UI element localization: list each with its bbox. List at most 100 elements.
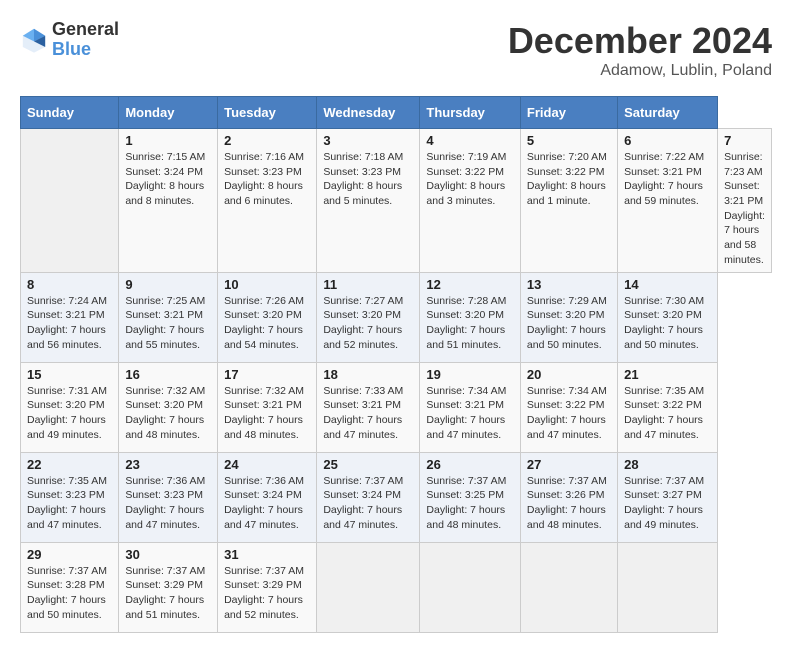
day-number: 24: [224, 457, 310, 472]
logo-text: General Blue: [52, 20, 119, 60]
day-number: 17: [224, 367, 310, 382]
day-number: 15: [27, 367, 112, 382]
day-cell: 28 Sunrise: 7:37 AM Sunset: 3:27 PM Dayli…: [618, 452, 718, 542]
day-cell: 9 Sunrise: 7:25 AM Sunset: 3:21 PM Daylig…: [119, 272, 218, 362]
day-number: 19: [426, 367, 514, 382]
day-info: Sunrise: 7:27 AM Sunset: 3:20 PM Dayligh…: [323, 294, 413, 353]
day-info: Sunrise: 7:18 AM Sunset: 3:23 PM Dayligh…: [323, 150, 413, 209]
day-info: Sunrise: 7:34 AM Sunset: 3:21 PM Dayligh…: [426, 384, 514, 443]
header-tuesday: Tuesday: [218, 97, 317, 129]
day-info: Sunrise: 7:37 AM Sunset: 3:28 PM Dayligh…: [27, 564, 112, 623]
day-cell: 24 Sunrise: 7:36 AM Sunset: 3:24 PM Dayli…: [218, 452, 317, 542]
day-cell: 6 Sunrise: 7:22 AM Sunset: 3:21 PM Daylig…: [618, 129, 718, 273]
day-cell: 26 Sunrise: 7:37 AM Sunset: 3:25 PM Dayli…: [420, 452, 521, 542]
day-cell: 2Sunrise: 7:16 AM Sunset: 3:23 PM Daylig…: [218, 129, 317, 273]
day-number: 28: [624, 457, 711, 472]
day-info: Sunrise: 7:31 AM Sunset: 3:20 PM Dayligh…: [27, 384, 112, 443]
title-block: December 2024 Adamow, Lublin, Poland: [508, 20, 772, 80]
day-info: Sunrise: 7:24 AM Sunset: 3:21 PM Dayligh…: [27, 294, 112, 353]
day-number: 8: [27, 277, 112, 292]
day-info: Sunrise: 7:22 AM Sunset: 3:21 PM Dayligh…: [624, 150, 711, 209]
day-info: Sunrise: 7:33 AM Sunset: 3:21 PM Dayligh…: [323, 384, 413, 443]
week-row-4: 29 Sunrise: 7:37 AM Sunset: 3:28 PM Dayli…: [21, 542, 772, 632]
header-wednesday: Wednesday: [317, 97, 420, 129]
day-number: 5: [527, 133, 611, 148]
day-number: 7: [724, 133, 765, 148]
day-number: 20: [527, 367, 611, 382]
day-number: 3: [323, 133, 413, 148]
day-info: Sunrise: 7:30 AM Sunset: 3:20 PM Dayligh…: [624, 294, 711, 353]
day-info: Sunrise: 7:37 AM Sunset: 3:27 PM Dayligh…: [624, 474, 711, 533]
day-cell: 18 Sunrise: 7:33 AM Sunset: 3:21 PM Dayli…: [317, 362, 420, 452]
day-info: Sunrise: 7:37 AM Sunset: 3:26 PM Dayligh…: [527, 474, 611, 533]
day-info: Sunrise: 7:28 AM Sunset: 3:20 PM Dayligh…: [426, 294, 514, 353]
day-cell: 12 Sunrise: 7:28 AM Sunset: 3:20 PM Dayli…: [420, 272, 521, 362]
day-cell: 11Sunrise: 7:27 AM Sunset: 3:20 PM Dayli…: [317, 272, 420, 362]
logo-icon: [20, 26, 48, 54]
day-info: Sunrise: 7:36 AM Sunset: 3:24 PM Dayligh…: [224, 474, 310, 533]
day-cell: 4 Sunrise: 7:19 AM Sunset: 3:22 PM Daylig…: [420, 129, 521, 273]
day-number: 9: [125, 277, 211, 292]
header-sunday: Sunday: [21, 97, 119, 129]
day-info: Sunrise: 7:29 AM Sunset: 3:20 PM Dayligh…: [527, 294, 611, 353]
day-number: 31: [224, 547, 310, 562]
day-number: 12: [426, 277, 514, 292]
day-info: Sunrise: 7:37 AM Sunset: 3:24 PM Dayligh…: [323, 474, 413, 533]
day-cell: 19 Sunrise: 7:34 AM Sunset: 3:21 PM Dayli…: [420, 362, 521, 452]
day-info: Sunrise: 7:15 AM Sunset: 3:24 PM Dayligh…: [125, 150, 211, 209]
day-number: 30: [125, 547, 211, 562]
day-cell: [618, 542, 718, 632]
day-cell: 7 Sunrise: 7:23 AM Sunset: 3:21 PM Daylig…: [718, 129, 772, 273]
day-info: Sunrise: 7:19 AM Sunset: 3:22 PM Dayligh…: [426, 150, 514, 209]
day-info: Sunrise: 7:37 AM Sunset: 3:25 PM Dayligh…: [426, 474, 514, 533]
day-cell: 13Sunrise: 7:29 AM Sunset: 3:20 PM Dayli…: [520, 272, 617, 362]
header-friday: Friday: [520, 97, 617, 129]
day-cell: 16Sunrise: 7:32 AM Sunset: 3:20 PM Dayli…: [119, 362, 218, 452]
day-number: 25: [323, 457, 413, 472]
day-cell: 29 Sunrise: 7:37 AM Sunset: 3:28 PM Dayli…: [21, 542, 119, 632]
day-info: Sunrise: 7:37 AM Sunset: 3:29 PM Dayligh…: [125, 564, 211, 623]
header-thursday: Thursday: [420, 97, 521, 129]
day-cell: 21 Sunrise: 7:35 AM Sunset: 3:22 PM Dayli…: [618, 362, 718, 452]
day-info: Sunrise: 7:23 AM Sunset: 3:21 PM Dayligh…: [724, 150, 765, 268]
day-info: Sunrise: 7:36 AM Sunset: 3:23 PM Dayligh…: [125, 474, 211, 533]
day-cell: 25 Sunrise: 7:37 AM Sunset: 3:24 PM Dayli…: [317, 452, 420, 542]
day-info: Sunrise: 7:20 AM Sunset: 3:22 PM Dayligh…: [527, 150, 611, 209]
calendar-table: SundayMondayTuesdayWednesdayThursdayFrid…: [20, 96, 772, 633]
day-info: Sunrise: 7:32 AM Sunset: 3:21 PM Dayligh…: [224, 384, 310, 443]
day-cell: 17 Sunrise: 7:32 AM Sunset: 3:21 PM Dayli…: [218, 362, 317, 452]
day-cell: [317, 542, 420, 632]
header-monday: Monday: [119, 97, 218, 129]
day-info: Sunrise: 7:35 AM Sunset: 3:22 PM Dayligh…: [624, 384, 711, 443]
day-cell: 3 Sunrise: 7:18 AM Sunset: 3:23 PM Daylig…: [317, 129, 420, 273]
day-number: 14: [624, 277, 711, 292]
location: Adamow, Lublin, Poland: [508, 62, 772, 80]
day-cell: 14 Sunrise: 7:30 AM Sunset: 3:20 PM Dayli…: [618, 272, 718, 362]
day-cell: [420, 542, 521, 632]
day-number: 27: [527, 457, 611, 472]
day-number: 22: [27, 457, 112, 472]
day-cell: 30 Sunrise: 7:37 AM Sunset: 3:29 PM Dayli…: [119, 542, 218, 632]
day-info: Sunrise: 7:25 AM Sunset: 3:21 PM Dayligh…: [125, 294, 211, 353]
day-cell: 15 Sunrise: 7:31 AM Sunset: 3:20 PM Dayli…: [21, 362, 119, 452]
day-cell: 31Sunrise: 7:37 AM Sunset: 3:29 PM Dayli…: [218, 542, 317, 632]
week-row-1: 8 Sunrise: 7:24 AM Sunset: 3:21 PM Daylig…: [21, 272, 772, 362]
day-cell: 20 Sunrise: 7:34 AM Sunset: 3:22 PM Dayli…: [520, 362, 617, 452]
day-cell: 8 Sunrise: 7:24 AM Sunset: 3:21 PM Daylig…: [21, 272, 119, 362]
day-number: 21: [624, 367, 711, 382]
day-info: Sunrise: 7:35 AM Sunset: 3:23 PM Dayligh…: [27, 474, 112, 533]
week-row-0: 1 Sunrise: 7:15 AM Sunset: 3:24 PM Daylig…: [21, 129, 772, 273]
day-number: 18: [323, 367, 413, 382]
day-number: 1: [125, 133, 211, 148]
page-header: General Blue December 2024 Adamow, Lubli…: [20, 20, 772, 80]
day-number: 4: [426, 133, 514, 148]
day-number: 6: [624, 133, 711, 148]
day-number: 23: [125, 457, 211, 472]
day-number: 29: [27, 547, 112, 562]
day-cell: 23 Sunrise: 7:36 AM Sunset: 3:23 PM Dayli…: [119, 452, 218, 542]
header-row: SundayMondayTuesdayWednesdayThursdayFrid…: [21, 97, 772, 129]
day-number: 2: [224, 133, 310, 148]
day-info: Sunrise: 7:34 AM Sunset: 3:22 PM Dayligh…: [527, 384, 611, 443]
header-saturday: Saturday: [618, 97, 718, 129]
day-number: 26: [426, 457, 514, 472]
